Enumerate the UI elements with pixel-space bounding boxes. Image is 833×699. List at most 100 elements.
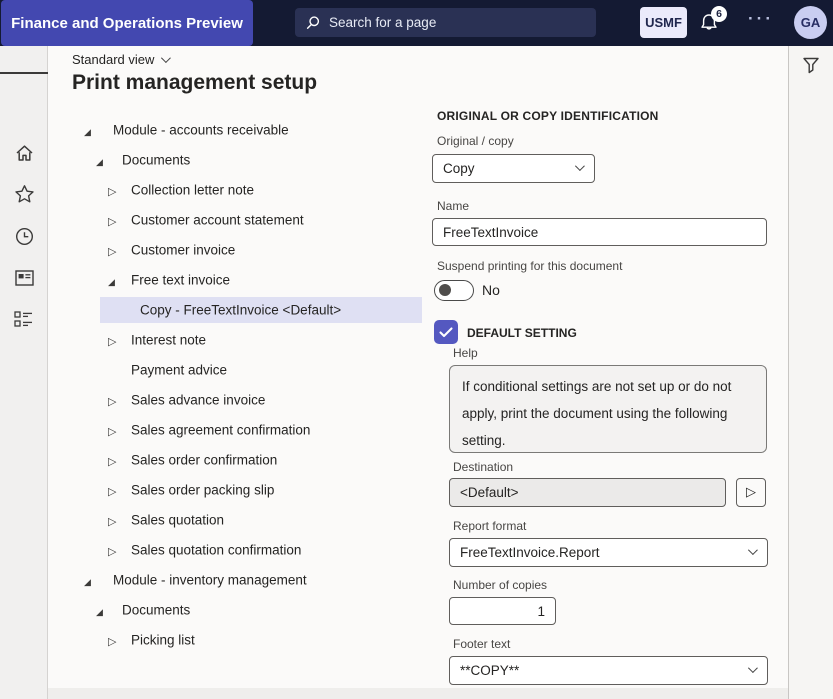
destination-input[interactable] bbox=[449, 478, 726, 507]
expand-icon[interactable] bbox=[108, 212, 116, 228]
modules-icon[interactable] bbox=[0, 302, 48, 336]
page-content: Standard view Print management setup Mod… bbox=[48, 46, 788, 688]
default-setting-checkbox[interactable] bbox=[434, 320, 458, 344]
tree-item[interactable]: Module - inventory management bbox=[78, 565, 422, 595]
destination-settings-button[interactable]: ▷ bbox=[736, 478, 766, 507]
tree-item-label: Sales agreement confirmation bbox=[131, 423, 310, 438]
report-format-label: Report format bbox=[453, 519, 526, 533]
chevron-down-icon bbox=[748, 663, 758, 673]
app-window: Finance and Operations Preview Search fo… bbox=[0, 0, 833, 699]
tree-item[interactable]: Payment advice bbox=[78, 355, 422, 385]
right-toolbar-gutter bbox=[788, 46, 833, 699]
collapse-icon[interactable] bbox=[84, 122, 91, 138]
checkmark-icon bbox=[439, 327, 453, 338]
expand-icon[interactable] bbox=[108, 452, 116, 468]
collapse-icon[interactable] bbox=[96, 602, 103, 618]
collapse-icon[interactable] bbox=[108, 272, 115, 288]
tree-item[interactable]: Sales advance invoice bbox=[78, 385, 422, 415]
expand-icon[interactable] bbox=[108, 512, 116, 528]
search-input[interactable]: Search for a page bbox=[295, 8, 596, 37]
tree-item-label: Picking list bbox=[131, 633, 195, 648]
tree-item[interactable]: Free text invoice bbox=[78, 265, 422, 295]
tree-item-label: Sales order packing slip bbox=[131, 483, 274, 498]
footer-text-label: Footer text bbox=[453, 637, 510, 651]
tree-item[interactable]: Customer invoice bbox=[78, 235, 422, 265]
collapse-icon[interactable] bbox=[84, 572, 91, 588]
expand-icon[interactable] bbox=[108, 422, 116, 438]
tree-item-label: Documents bbox=[122, 153, 190, 168]
tree-item[interactable]: Sales agreement confirmation bbox=[78, 415, 422, 445]
chevron-down-icon bbox=[748, 545, 758, 555]
view-selector[interactable]: Standard view bbox=[72, 52, 168, 67]
tree-item-label: Customer invoice bbox=[131, 243, 235, 258]
tree-item[interactable]: Documents bbox=[78, 595, 422, 625]
tree-item[interactable]: Module - accounts receivable bbox=[78, 115, 422, 145]
tree-item[interactable]: Interest note bbox=[78, 325, 422, 355]
report-format-value: FreeTextInvoice.Report bbox=[460, 545, 600, 560]
chevron-down-icon bbox=[575, 161, 585, 171]
tree-item[interactable]: Sales order confirmation bbox=[78, 445, 422, 475]
tree-item[interactable]: Sales order packing slip bbox=[78, 475, 422, 505]
suspend-printing-label: Suspend printing for this document bbox=[437, 259, 622, 273]
expand-menu-icon[interactable] bbox=[0, 56, 48, 90]
help-label: Help bbox=[453, 346, 478, 360]
tree-item-label: Interest note bbox=[131, 333, 206, 348]
right-triangle-icon: ▷ bbox=[746, 485, 756, 500]
company-picker-button[interactable]: USMF bbox=[640, 7, 687, 38]
default-setting-label: DEFAULT SETTING bbox=[467, 326, 577, 340]
app-title: Finance and Operations Preview bbox=[11, 15, 243, 32]
chevron-down-icon bbox=[161, 53, 171, 63]
tree-item[interactable]: Sales quotation bbox=[78, 505, 422, 535]
original-copy-label: Original / copy bbox=[437, 134, 514, 148]
print-management-tree: Module - accounts receivable Documents Col… bbox=[78, 115, 422, 655]
tree-item-label: Payment advice bbox=[131, 363, 227, 378]
app-title-button[interactable]: Finance and Operations Preview bbox=[1, 0, 253, 46]
tree-item-label: Module - accounts receivable bbox=[113, 123, 289, 138]
left-navigation-rail bbox=[0, 46, 48, 699]
top-navigation-bar: Finance and Operations Preview Search fo… bbox=[0, 0, 833, 46]
tree-item[interactable]: Picking list bbox=[78, 625, 422, 655]
expand-icon[interactable] bbox=[108, 332, 116, 348]
expand-icon[interactable] bbox=[108, 182, 116, 198]
view-selector-label: Standard view bbox=[72, 52, 154, 67]
tree-item-selected[interactable]: Copy - FreeTextInvoice <Default> bbox=[78, 295, 422, 325]
expand-icon[interactable] bbox=[108, 392, 116, 408]
tree-item-label: Sales advance invoice bbox=[131, 393, 265, 408]
recent-clock-icon[interactable] bbox=[0, 219, 48, 253]
toggle-knob bbox=[439, 284, 451, 296]
notification-count-badge: 6 bbox=[711, 6, 727, 22]
collapse-icon[interactable] bbox=[96, 152, 103, 168]
tree-item[interactable]: Customer account statement bbox=[78, 205, 422, 235]
destination-label: Destination bbox=[453, 460, 513, 474]
tree-item[interactable]: Collection letter note bbox=[78, 175, 422, 205]
tree-item-label: Free text invoice bbox=[131, 273, 230, 288]
search-placeholder: Search for a page bbox=[329, 15, 436, 30]
number-of-copies-label: Number of copies bbox=[453, 578, 547, 592]
footer-text-select[interactable]: **COPY** bbox=[449, 656, 768, 685]
name-input[interactable] bbox=[432, 218, 767, 246]
tree-item-label: Sales order confirmation bbox=[131, 453, 277, 468]
help-text-box: If conditional settings are not set up o… bbox=[449, 365, 767, 453]
filter-icon[interactable] bbox=[802, 57, 820, 74]
tree-item-label: Customer account statement bbox=[131, 213, 304, 228]
expand-icon[interactable] bbox=[108, 632, 116, 648]
tree-item[interactable]: Sales quotation confirmation bbox=[78, 535, 422, 565]
tree-item-label: Sales quotation bbox=[131, 513, 224, 528]
expand-icon[interactable] bbox=[108, 542, 116, 558]
user-avatar[interactable]: GA bbox=[794, 6, 827, 39]
home-icon[interactable] bbox=[0, 136, 48, 170]
tree-item-label: Sales quotation confirmation bbox=[131, 543, 301, 558]
original-copy-select[interactable]: Copy bbox=[432, 154, 595, 183]
workspaces-icon[interactable] bbox=[0, 261, 48, 295]
favorites-star-icon[interactable] bbox=[0, 177, 48, 211]
tree-item[interactable]: Documents bbox=[78, 145, 422, 175]
report-format-select[interactable]: FreeTextInvoice.Report bbox=[449, 538, 768, 567]
expand-icon[interactable] bbox=[108, 242, 116, 258]
overflow-menu-button[interactable]: ··· bbox=[748, 9, 776, 29]
expand-icon[interactable] bbox=[108, 482, 116, 498]
name-label: Name bbox=[437, 199, 469, 213]
tree-item-label: Collection letter note bbox=[131, 183, 254, 198]
suspend-printing-value: No bbox=[482, 282, 500, 298]
suspend-printing-toggle[interactable] bbox=[434, 280, 474, 301]
number-of-copies-input[interactable] bbox=[449, 597, 556, 625]
